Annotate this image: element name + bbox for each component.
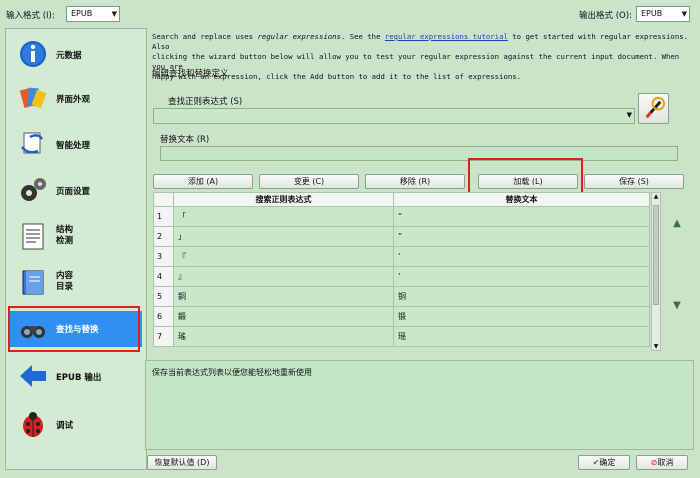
desc-line: clicking the wizard button below will al…: [152, 52, 680, 71]
magic-wand-icon: [645, 96, 666, 119]
input-format-value: EPUB: [71, 9, 93, 18]
add-button[interactable]: 添加 (A): [153, 174, 253, 189]
description-text: Search and replace uses regular expressi…: [152, 32, 692, 82]
search-regex-input[interactable]: ▼: [153, 108, 635, 124]
ok-button[interactable]: ✔确定: [578, 455, 630, 470]
desc-text: Search and replace uses: [152, 32, 258, 41]
table-row[interactable]: 7瑤瑶: [153, 326, 650, 347]
row-search[interactable]: 』: [173, 266, 394, 287]
desc-text: . See the: [340, 32, 385, 41]
restore-defaults-button[interactable]: 恢复默认值 (D): [147, 455, 217, 470]
row-search[interactable]: 「: [173, 206, 394, 227]
output-format-select[interactable]: EPUB ▼: [636, 6, 690, 22]
table-row[interactable]: 6鍛锻: [153, 306, 650, 327]
row-search[interactable]: 瑤: [173, 326, 394, 347]
chevron-down-icon: ▼: [111, 10, 117, 18]
row-replace[interactable]: ”: [393, 226, 650, 247]
row-replace[interactable]: 铜: [393, 286, 650, 307]
row-search[interactable]: 『: [173, 246, 394, 267]
desc-line: happy with an expression, click the Add …: [152, 72, 522, 81]
row-number: 1: [153, 206, 174, 227]
sidebar-item-page-setup[interactable]: 页面设置: [10, 169, 142, 213]
sidebar-item-debug[interactable]: 调试: [10, 403, 142, 447]
row-search[interactable]: 」: [173, 226, 394, 247]
replace-text-input[interactable]: [160, 146, 678, 161]
arrow-left-icon: [20, 365, 46, 387]
row-number: 7: [153, 326, 174, 347]
row-number: 5: [153, 286, 174, 307]
sidebar-item-look-and-feel[interactable]: 界面外观: [10, 77, 142, 121]
search-regex-label: 查找正则表达式 (S): [168, 97, 243, 107]
row-number: 4: [153, 266, 174, 287]
info-icon: [20, 41, 46, 67]
table-row[interactable]: 4』’: [153, 266, 650, 287]
cancel-button[interactable]: ⊘取消: [636, 455, 688, 470]
toc-icon: [22, 270, 44, 295]
sidebar-item-label: 元数据: [56, 51, 82, 61]
highlight-box-sidebar: [8, 306, 140, 352]
table-header-index: [153, 192, 174, 207]
remove-button[interactable]: 移除 (R): [365, 174, 465, 189]
replace-text-label: 替换文本 (R): [160, 135, 210, 145]
sidebar-item-label: 内容 目录: [56, 271, 74, 292]
sidebar-item-heuristics[interactable]: 智能处理: [10, 123, 142, 167]
ok-label: 确定: [599, 458, 616, 467]
change-button[interactable]: 变更 (C): [259, 174, 359, 189]
scroll-thumb[interactable]: [653, 205, 659, 305]
table-row[interactable]: 5銅铜: [153, 286, 650, 307]
row-replace[interactable]: ‘: [393, 246, 650, 267]
table-row[interactable]: 2」”: [153, 226, 650, 247]
regex-wizard-button[interactable]: [638, 93, 669, 124]
sidebar-item-label: 界面外观: [56, 95, 91, 105]
output-format-value: EPUB: [641, 9, 663, 18]
group-title: 编辑查找和替换定义: [152, 69, 229, 79]
table-scrollbar[interactable]: ▲ ▼: [651, 192, 661, 351]
save-button[interactable]: 保存 (S): [584, 174, 684, 189]
row-replace[interactable]: 锻: [393, 306, 650, 327]
row-search[interactable]: 鍛: [173, 306, 394, 327]
row-number: 3: [153, 246, 174, 267]
scroll-down-icon[interactable]: ▼: [652, 343, 660, 350]
cancel-label: 取消: [657, 458, 674, 467]
sidebar-item-label: 智能处理: [56, 141, 91, 151]
help-message: 保存当前表达式列表以便您能轻松地重新使用: [145, 360, 694, 450]
sidebar-item-label: EPUB 输出: [56, 373, 102, 383]
row-search[interactable]: 銅: [173, 286, 394, 307]
sidebar-item-label: 结构 检测: [56, 225, 74, 246]
sidebar: 元数据 界面外观 智能处理 页面设置 结构 检测 内容 目录 查找与替换 EPU…: [5, 28, 147, 470]
row-replace[interactable]: “: [393, 206, 650, 227]
move-down-button[interactable]: ▼: [667, 300, 687, 320]
row-number: 2: [153, 226, 174, 247]
ladybug-icon: [23, 412, 43, 437]
sidebar-item-label: 调试: [56, 421, 74, 431]
sidebar-item-epub-output[interactable]: EPUB 输出: [10, 355, 142, 399]
input-format-label: 输入格式 (I):: [6, 11, 55, 21]
sidebar-item-structure-detection[interactable]: 结构 检测: [10, 215, 142, 259]
sidebar-item-label: 页面设置: [56, 187, 91, 197]
scroll-up-icon[interactable]: ▲: [652, 193, 660, 200]
page-setup-icon: [21, 178, 46, 201]
brush-icon: [19, 87, 47, 109]
expressions-table: 搜索正则表达式 替换文本 1 「“ 2」” 3 『‘ 4』’ 5銅铜 6鍛锻 7瑤瑶: [153, 192, 650, 347]
chevron-down-icon[interactable]: ▼: [627, 111, 632, 119]
table-header-replace[interactable]: 替换文本: [393, 192, 650, 207]
structure-icon: [22, 223, 44, 250]
table-row[interactable]: 1 「“: [153, 206, 650, 227]
row-number: 6: [153, 306, 174, 327]
table-row[interactable]: 3 『‘: [153, 246, 650, 267]
sidebar-item-metadata[interactable]: 元数据: [10, 33, 142, 77]
regex-tutorial-link[interactable]: regular expressions tutorial: [385, 32, 508, 41]
sidebar-item-table-of-contents[interactable]: 内容 目录: [10, 261, 142, 305]
input-format-select[interactable]: EPUB ▼: [66, 6, 120, 22]
table-header-search[interactable]: 搜索正则表达式: [173, 192, 394, 207]
row-replace[interactable]: ’: [393, 266, 650, 287]
desc-emphasis: regular expressions: [257, 32, 341, 41]
chevron-down-icon: ▼: [681, 10, 687, 18]
output-format-label: 输出格式 (O):: [579, 11, 632, 21]
row-replace[interactable]: 瑶: [393, 326, 650, 347]
move-up-button[interactable]: ▲: [667, 218, 687, 238]
heuristics-icon: [21, 132, 44, 154]
